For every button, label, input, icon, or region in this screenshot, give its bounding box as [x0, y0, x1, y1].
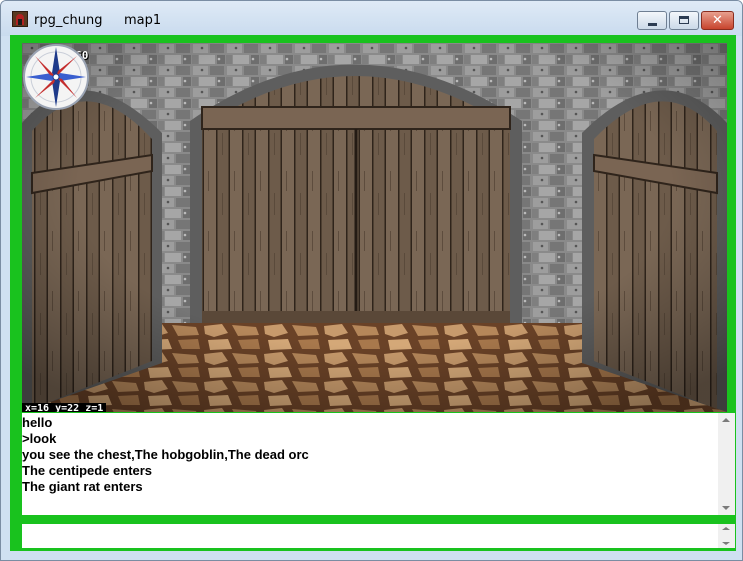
maximize-icon: [679, 16, 689, 24]
command-input[interactable]: [22, 524, 716, 548]
maximize-button[interactable]: [669, 11, 699, 30]
minimize-icon: [648, 23, 657, 26]
title-bar[interactable]: rpg_chung map1 ✕: [1, 1, 742, 36]
coordinates-readout: x=16 y=22 z=1: [22, 403, 107, 412]
dungeon-scene: [22, 43, 727, 412]
scroll-up-icon[interactable]: [722, 418, 730, 422]
log-scrollbar[interactable]: [718, 413, 735, 515]
log-line: you see the chest,The hobgoblin,The dead…: [22, 447, 309, 462]
app-castle-icon: [12, 11, 28, 27]
close-icon: ✕: [712, 13, 723, 28]
game-client-area: fire=60 x=16 y=22 z=1 hello >look you: [10, 35, 736, 551]
command-bar: [22, 524, 735, 548]
log-line: The centipede enters: [22, 463, 153, 478]
log-line: hello: [22, 415, 53, 430]
log-line: >look: [22, 431, 57, 446]
scroll-down-icon[interactable]: [722, 506, 730, 510]
scroll-down-icon[interactable]: [722, 542, 730, 545]
window-title: rpg_chung: [34, 13, 103, 28]
close-button[interactable]: ✕: [701, 11, 734, 30]
minimize-button[interactable]: [637, 11, 667, 30]
message-log[interactable]: hello >look you see the chest,The hobgob…: [22, 413, 735, 515]
map-name: map1: [124, 13, 162, 28]
message-log-lines: hello >look you see the chest,The hobgob…: [22, 415, 712, 495]
scroll-up-icon[interactable]: [722, 527, 730, 530]
command-scrollbar[interactable]: [718, 524, 735, 548]
game-window: rpg_chung map1 ✕ x=16 y=22 z=1 hello >lo…: [0, 0, 743, 561]
compass-rose-icon[interactable]: [22, 43, 90, 111]
dungeon-view[interactable]: fire=60 x=16 y=22 z=1: [22, 43, 727, 412]
log-line: The giant rat enters: [22, 479, 143, 494]
